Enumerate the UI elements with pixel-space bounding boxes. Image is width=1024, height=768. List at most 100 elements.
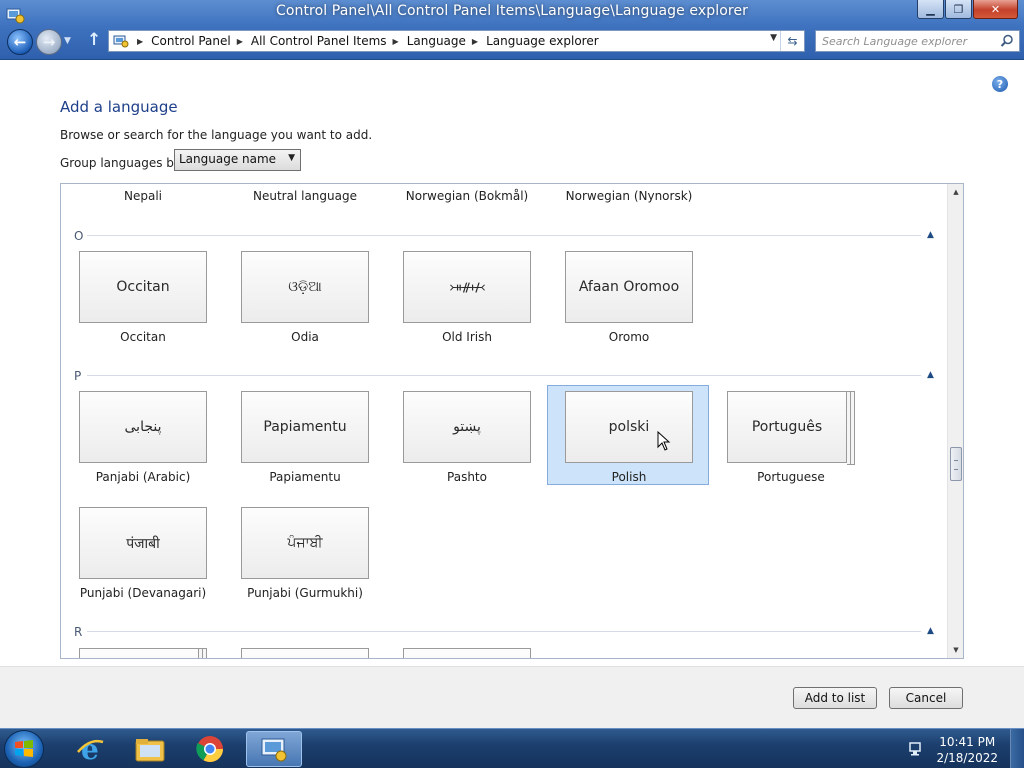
breadcrumb-chevron-icon[interactable]: ▶ [393,37,399,46]
language-tile-stack[interactable] [79,648,207,658]
language-name[interactable]: Norwegian (Bokmål) [403,189,531,203]
language-native-name: پنجابی [124,419,162,435]
breadcrumb-chevron-icon[interactable]: ▶ [472,37,478,46]
language-name[interactable]: Punjabi (Devanagari) [79,586,207,600]
arrow-left-icon: ← [13,33,27,51]
start-button[interactable] [4,730,44,768]
language-tile-stack[interactable]: Português [727,391,855,465]
breadcrumb-chevron-icon[interactable]: ▶ [137,37,143,46]
cancel-button[interactable]: Cancel [889,687,963,709]
taskbar-internet-explorer[interactable]: e [62,731,118,767]
breadcrumb-all-items[interactable]: All Control Panel Items [251,34,387,48]
help-icon[interactable]: ? [992,76,1008,92]
page-title: Add a language [60,98,178,116]
system-tray: 10:41 PM 2/18/2022 [904,729,1024,768]
search-input[interactable] [822,34,997,48]
control-panel-location-icon [111,31,131,51]
language-tile[interactable] [403,648,531,658]
breadcrumb-language-explorer[interactable]: Language explorer [486,34,599,48]
language-name[interactable]: Polish [565,470,693,484]
dialog-footer: Add to list Cancel [0,666,1024,728]
breadcrumb-language[interactable]: Language [407,34,466,48]
language-tile[interactable]: پنجابی [79,391,207,463]
taskbar: e 10:41 PM 2/18/2022 [0,728,1024,768]
breadcrumb-control-panel[interactable]: Control Panel [151,34,231,48]
page-description: Browse or search for the language you wa… [60,128,373,142]
clock[interactable]: 10:41 PM 2/18/2022 [936,734,998,766]
group-by-select[interactable]: Language name ▼ [174,149,301,171]
collapse-section-icon[interactable]: ▲ [927,230,934,240]
breadcrumb-chevron-icon[interactable]: ▶ [237,37,243,46]
mouse-cursor-icon [657,430,671,454]
language-name[interactable]: Portuguese [727,470,855,484]
language-name[interactable]: Odia [241,330,369,344]
language-native-name: ଓଡ଼ିଆ [288,279,322,295]
add-to-list-button[interactable]: Add to list [793,687,877,709]
language-list-panel[interactable]: Nepali Neutral language Norwegian (Bokmå… [60,183,964,659]
language-name[interactable]: Neutral language [241,189,369,203]
language-tile-selected[interactable]: polski [565,391,693,463]
control-panel-icon [261,738,287,762]
language-name[interactable]: Papiamentu [241,470,369,484]
clock-date: 2/18/2022 [936,751,998,765]
language-tile[interactable]: पंजाबी [79,507,207,579]
language-name[interactable]: Panjabi (Arabic) [79,470,207,484]
recent-pages-dropdown[interactable]: ▼ [64,36,71,46]
language-tile[interactable]: Papiamentu [241,391,369,463]
chrome-icon [196,736,224,763]
taskbar-chrome[interactable] [182,731,238,767]
scroll-down-icon[interactable]: ▼ [948,642,963,658]
up-button[interactable]: ↑ [87,30,101,50]
maximize-button[interactable]: ❐ [945,0,972,19]
language-tile[interactable]: ਪੰਜਾਬੀ [241,507,369,579]
minimize-button[interactable]: ▁ [917,0,944,19]
address-dropdown-icon[interactable]: ▼ [770,33,777,43]
scroll-up-icon[interactable]: ▲ [948,184,963,200]
language-tile[interactable] [241,648,369,658]
section-letter: R [74,625,83,639]
group-by-value: Language name [179,152,277,166]
scrollbar-thumb[interactable] [950,447,962,481]
language-tile[interactable]: ଓଡ଼ିଆ [241,251,369,323]
network-icon[interactable] [908,741,924,760]
language-name[interactable]: Punjabi (Gurmukhi) [241,586,369,600]
windows-logo-icon [15,740,33,757]
refresh-icon[interactable]: ⇆ [780,31,804,51]
show-desktop-button[interactable] [1010,729,1024,768]
collapse-section-icon[interactable]: ▲ [927,370,934,380]
content-area: ? Add a language Browse or search for th… [0,60,1024,666]
language-tile[interactable]: Occitan [79,251,207,323]
language-tile[interactable]: ᚛ᚑᚌᚐᚋ᚜ [403,251,531,323]
language-native-name: ᚛ᚑᚌᚐᚋ᚜ [449,280,485,294]
taskbar-control-panel[interactable] [246,731,302,767]
language-name[interactable]: Occitan [79,330,207,344]
svg-text:e: e [81,734,99,764]
language-name[interactable]: Pashto [403,470,531,484]
forward-button[interactable]: → [36,29,62,55]
clock-time: 10:41 PM [939,735,996,749]
language-tile[interactable]: پښتو [403,391,531,463]
section-letter: P [74,369,82,383]
language-name[interactable]: Nepali [79,189,207,203]
group-by-label: Group languages by: [60,156,185,170]
window-title: Control Panel\All Control Panel Items\La… [275,3,749,19]
back-button[interactable]: ← [7,29,33,55]
close-button[interactable]: ✕ [973,0,1018,19]
language-native-name: Afaan Oromoo [578,279,680,295]
vertical-scrollbar[interactable]: ▲ ▼ [947,184,963,658]
language-name[interactable]: Norwegian (Nynorsk) [565,189,693,203]
language-tile[interactable]: Afaan Oromoo [565,251,693,323]
window-controls: ▁ ❐ ✕ [917,0,1018,19]
language-name[interactable]: Oromo [565,330,693,344]
language-name[interactable]: Old Irish [403,330,531,344]
search-box[interactable] [815,30,1020,52]
title-bar: Control Panel\All Control Panel Items\La… [0,0,1024,60]
search-icon[interactable] [1000,34,1014,51]
section-divider [87,235,921,236]
collapse-section-icon[interactable]: ▲ [927,626,934,636]
language-native-name: polski [608,419,650,435]
address-bar[interactable]: ▶ Control Panel ▶ All Control Panel Item… [108,30,805,52]
arrow-right-icon: → [42,33,56,51]
arrow-up-icon: ↑ [87,30,102,50]
taskbar-file-explorer[interactable] [122,731,178,767]
